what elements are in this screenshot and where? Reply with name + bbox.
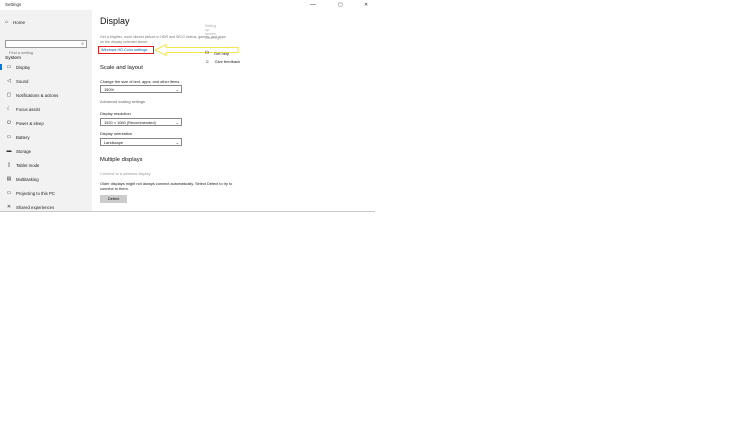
text-size-label: Change the size of text, apps, and other… [100, 79, 180, 84]
sidebar-item-label: Power & sleep [16, 120, 44, 126]
sidebar-item-notifications-actions[interactable]: ▢ Notifications & actions [0, 90, 92, 100]
sidebar-item-shared-experiences[interactable]: ✕ Shared experiences [0, 202, 92, 211]
give-feedback-link[interactable]: ☺ Give feedback [205, 59, 265, 64]
home-icon: ⌂ [5, 19, 9, 25]
feedback-icon: ☺ [205, 59, 210, 64]
sidebar-item-tablet-mode[interactable]: ▯ Tablet mode [0, 160, 92, 170]
shared-experiences-icon: ✕ [6, 204, 12, 210]
sidebar-item-label: Display [16, 64, 31, 70]
settings-window: Settings — ▢ ✕ ⌂ Home ⌕ System ▭ Display ◁… [0, 0, 375, 212]
detect-description: Older displays might not always connect … [100, 181, 233, 191]
sidebar-item-multitasking[interactable]: ▤ Multitasking [0, 174, 92, 184]
sidebar-item-power-sleep[interactable]: ⏻ Power & sleep [0, 118, 92, 128]
search-box[interactable]: ⌕ [5, 40, 87, 56]
text-size-value: 150% [104, 87, 114, 92]
focus-assist-icon: ☾ [6, 106, 12, 112]
display-icon: ▭ [6, 64, 12, 70]
advanced-scaling-link[interactable]: Advanced scaling settings [100, 99, 145, 104]
chevron-down-icon: ⌄ [175, 87, 179, 92]
windows-hd-color-link[interactable]: Windows HD Color settings [98, 46, 154, 54]
projecting-icon: ▭ [6, 190, 12, 196]
search-input[interactable] [6, 49, 79, 56]
notifications-icon: ▢ [6, 92, 12, 98]
get-help-label: Get help [214, 50, 230, 56]
sidebar: ⌂ Home ⌕ System ▭ Display ◁ Sound ▢ Notificat… [0, 10, 92, 211]
home-nav-item[interactable]: ⌂ Home [5, 19, 25, 25]
help-icon: ☊ [205, 50, 209, 55]
sidebar-item-focus-assist[interactable]: ☾ Focus assist [0, 104, 92, 114]
chevron-down-icon: ⌄ [175, 140, 179, 145]
orientation-dropdown[interactable]: Landscape ⌄ [100, 138, 182, 146]
multiple-displays-header: Multiple displays [100, 157, 143, 163]
storage-icon: ▬ [6, 148, 12, 154]
maximize-button[interactable]: ▢ [338, 1, 343, 9]
text-size-dropdown[interactable]: 150% ⌄ [100, 85, 182, 93]
sidebar-item-label: Notifications & actions [16, 92, 59, 98]
page-title: Display [100, 16, 130, 26]
multitasking-icon: ▤ [6, 176, 12, 182]
battery-icon: ▭ [6, 134, 12, 140]
sidebar-item-label: Projecting to this PC [16, 190, 55, 196]
sidebar-item-label: Storage [16, 148, 32, 154]
power-icon: ⏻ [7, 120, 11, 126]
scale-layout-header: Scale and layout [100, 65, 143, 71]
tablet-icon: ▯ [7, 162, 11, 168]
window-title: Settings [5, 2, 22, 7]
sound-icon: ◁ [7, 78, 11, 84]
chevron-down-icon: ⌄ [175, 120, 179, 125]
sidebar-item-projecting-to-this-pc[interactable]: ▭ Projecting to this PC [0, 188, 92, 198]
sidebar-item-label: Shared experiences [16, 204, 55, 210]
orientation-label: Display orientation [100, 131, 133, 136]
sidebar-item-label: Sound [16, 78, 29, 84]
minimize-button[interactable]: — [310, 1, 316, 9]
sidebar-item-label: Battery [16, 134, 30, 140]
sidebar-item-display[interactable]: ▭ Display [0, 62, 92, 72]
resolution-dropdown[interactable]: 1920 × 1080 (Recommended) ⌄ [100, 118, 182, 126]
sidebar-item-label: Tablet mode [16, 162, 40, 168]
wireless-display-link[interactable]: Connect to a wireless display [100, 171, 150, 176]
main-content: Display Get a brighter, more vibrant pic… [92, 10, 375, 211]
resolution-label: Display resolution [100, 111, 131, 116]
sidebar-item-label: Multitasking [16, 176, 39, 182]
home-label: Home [13, 19, 26, 25]
sidebar-item-battery[interactable]: ▭ Battery [0, 132, 92, 142]
title-bar: Settings — ▢ ✕ [0, 0, 375, 10]
section-label: System [5, 56, 21, 61]
orientation-value: Landscape [104, 140, 124, 145]
close-button[interactable]: ✕ [364, 1, 368, 9]
sidebar-item-storage[interactable]: ▬ Storage [0, 146, 92, 156]
give-feedback-label: Give feedback [214, 59, 241, 64]
get-help-link[interactable]: ☊ Get help [205, 50, 265, 56]
detect-button[interactable]: Detect [100, 195, 127, 203]
related-faded-text: Setting up screen flickering [205, 24, 220, 40]
search-icon: ⌕ [81, 41, 84, 47]
sidebar-item-label: Focus assist [16, 106, 40, 112]
sidebar-item-sound[interactable]: ◁ Sound [0, 76, 92, 86]
resolution-value: 1920 × 1080 (Recommended) [104, 120, 156, 125]
